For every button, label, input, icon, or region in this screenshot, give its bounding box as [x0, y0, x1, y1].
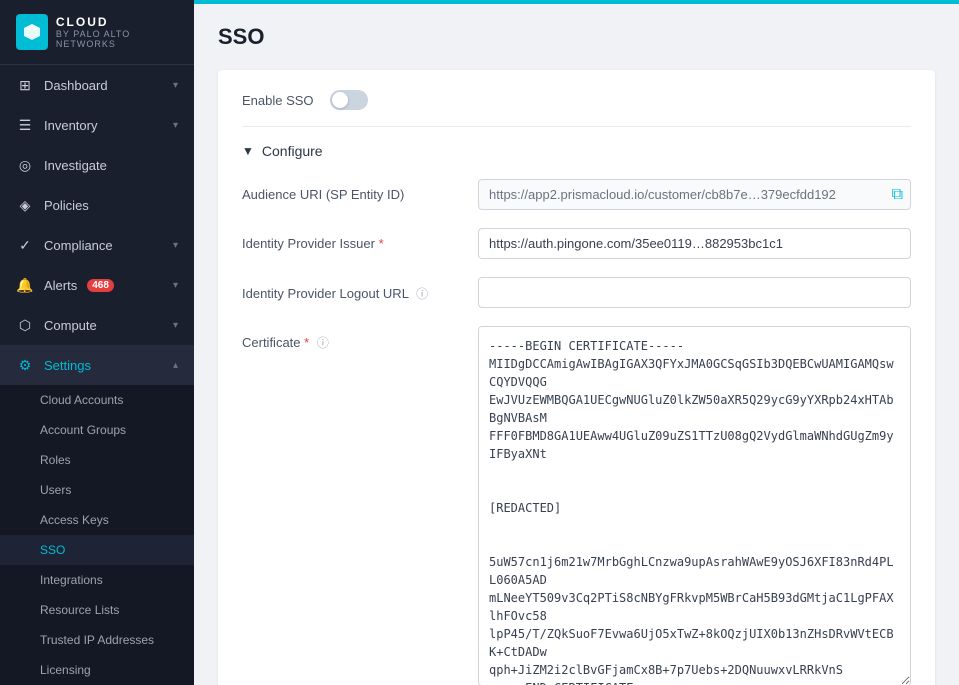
idp-logout-input-wrap	[478, 277, 911, 308]
compliance-icon: ✓	[16, 236, 34, 254]
sidebar-item-trusted-ip[interactable]: Trusted IP Addresses	[0, 625, 194, 655]
configure-label: Configure	[262, 143, 323, 159]
settings-icon: ⚙	[16, 356, 34, 374]
sidebar-label-investigate: Investigate	[44, 158, 107, 173]
idp-issuer-row: Identity Provider Issuer *	[242, 228, 911, 259]
audience-uri-input[interactable]	[478, 179, 911, 210]
sidebar-item-access-keys[interactable]: Access Keys	[0, 505, 194, 535]
required-marker: *	[304, 335, 309, 350]
enable-sso-label: Enable SSO	[242, 93, 314, 108]
sidebar-label-compute: Compute	[44, 318, 97, 333]
info-icon: ⓘ	[317, 336, 329, 350]
enable-sso-toggle[interactable]	[330, 90, 368, 110]
sidebar-item-dashboard[interactable]: ⊞ Dashboard ▾	[0, 65, 194, 105]
sidebar-item-cloud-accounts[interactable]: Cloud Accounts	[0, 385, 194, 415]
sub-nav-label: Roles	[40, 453, 71, 467]
sub-nav-label: Users	[40, 483, 71, 497]
sidebar-item-policies[interactable]: ◈ Policies	[0, 185, 194, 225]
sidebar-label-alerts: Alerts	[44, 278, 77, 293]
logo-sub: BY PALO ALTO NETWORKS	[56, 29, 178, 49]
sub-nav-label: Licensing	[40, 663, 91, 677]
configure-header[interactable]: ▼ Configure	[242, 143, 911, 159]
chevron-down-icon: ▼	[242, 144, 254, 158]
chevron-icon: ▾	[173, 80, 178, 91]
sidebar-item-users[interactable]: Users	[0, 475, 194, 505]
sidebar-label-dashboard: Dashboard	[44, 78, 108, 93]
sidebar-item-sso[interactable]: SSO	[0, 535, 194, 565]
idp-logout-row: Identity Provider Logout URL ⓘ	[242, 277, 911, 308]
alerts-icon: 🔔	[16, 276, 34, 294]
investigate-icon: ◎	[16, 156, 34, 174]
idp-issuer-label: Identity Provider Issuer *	[242, 228, 462, 251]
audience-uri-row: Audience URI (SP Entity ID) ⧉	[242, 179, 911, 210]
chevron-icon: ▾	[173, 240, 178, 251]
sidebar-item-inventory[interactable]: ☰ Inventory ▾	[0, 105, 194, 145]
chevron-icon: ▴	[173, 360, 178, 371]
logo: CLOUD BY PALO ALTO NETWORKS	[0, 0, 194, 65]
sub-nav-label: SSO	[40, 543, 65, 557]
copy-icon[interactable]: ⧉	[892, 186, 903, 204]
sidebar-label-compliance: Compliance	[44, 238, 113, 253]
sso-card: Enable SSO ▼ Configure Audience URI (SP …	[218, 70, 935, 685]
page-title: SSO	[218, 24, 935, 50]
sidebar-item-compute[interactable]: ⬡ Compute ▾	[0, 305, 194, 345]
chevron-icon: ▾	[173, 280, 178, 291]
certificate-label: Certificate * ⓘ	[242, 326, 462, 351]
sub-nav-label: Integrations	[40, 573, 103, 587]
sidebar-item-account-groups[interactable]: Account Groups	[0, 415, 194, 445]
logo-text: CLOUD	[56, 15, 178, 29]
sub-nav-label: Resource Lists	[40, 603, 119, 617]
idp-issuer-input[interactable]	[478, 228, 911, 259]
enable-sso-row: Enable SSO	[242, 90, 911, 127]
chevron-icon: ▾	[173, 320, 178, 331]
settings-sub-nav: Cloud Accounts Account Groups Roles User…	[0, 385, 194, 685]
sub-nav-label: Access Keys	[40, 513, 109, 527]
logo-icon	[16, 14, 48, 50]
sidebar-label-settings: Settings	[44, 358, 91, 373]
main-content: SSO Enable SSO ▼ Configure Audience URI …	[194, 0, 959, 685]
sidebar-item-integrations[interactable]: Integrations	[0, 565, 194, 595]
sidebar-item-roles[interactable]: Roles	[0, 445, 194, 475]
audience-uri-input-wrap: ⧉	[478, 179, 911, 210]
policies-icon: ◈	[16, 196, 34, 214]
certificate-input-wrap: -----BEGIN CERTIFICATE----- MIIDgDCCAmig…	[478, 326, 911, 685]
certificate-row: Certificate * ⓘ -----BEGIN CERTIFICATE--…	[242, 326, 911, 685]
sidebar-label-policies: Policies	[44, 198, 89, 213]
sidebar-item-alerts[interactable]: 🔔 Alerts 468 ▾	[0, 265, 194, 305]
required-marker: *	[379, 236, 384, 251]
idp-logout-input[interactable]	[478, 277, 911, 308]
sidebar-label-inventory: Inventory	[44, 118, 97, 133]
sub-nav-label: Cloud Accounts	[40, 393, 123, 407]
sub-nav-label: Trusted IP Addresses	[40, 633, 154, 647]
sidebar-item-resource-lists[interactable]: Resource Lists	[0, 595, 194, 625]
info-icon: ⓘ	[416, 287, 428, 301]
sidebar-item-compliance[interactable]: ✓ Compliance ▾	[0, 225, 194, 265]
audience-uri-label: Audience URI (SP Entity ID)	[242, 179, 462, 202]
inventory-icon: ☰	[16, 116, 34, 134]
chevron-icon: ▾	[173, 120, 178, 131]
sidebar-item-settings[interactable]: ⚙ Settings ▴	[0, 345, 194, 385]
alerts-badge: 468	[87, 279, 114, 292]
sidebar-item-licensing[interactable]: Licensing	[0, 655, 194, 685]
sub-nav-label: Account Groups	[40, 423, 126, 437]
certificate-textarea[interactable]: -----BEGIN CERTIFICATE----- MIIDgDCCAmig…	[478, 326, 911, 685]
sidebar-item-investigate[interactable]: ◎ Investigate	[0, 145, 194, 185]
idp-issuer-input-wrap	[478, 228, 911, 259]
content-area: SSO Enable SSO ▼ Configure Audience URI …	[194, 4, 959, 685]
dashboard-icon: ⊞	[16, 76, 34, 94]
idp-logout-label: Identity Provider Logout URL ⓘ	[242, 277, 462, 302]
compute-icon: ⬡	[16, 316, 34, 334]
sidebar: CLOUD BY PALO ALTO NETWORKS ⊞ Dashboard …	[0, 0, 194, 685]
